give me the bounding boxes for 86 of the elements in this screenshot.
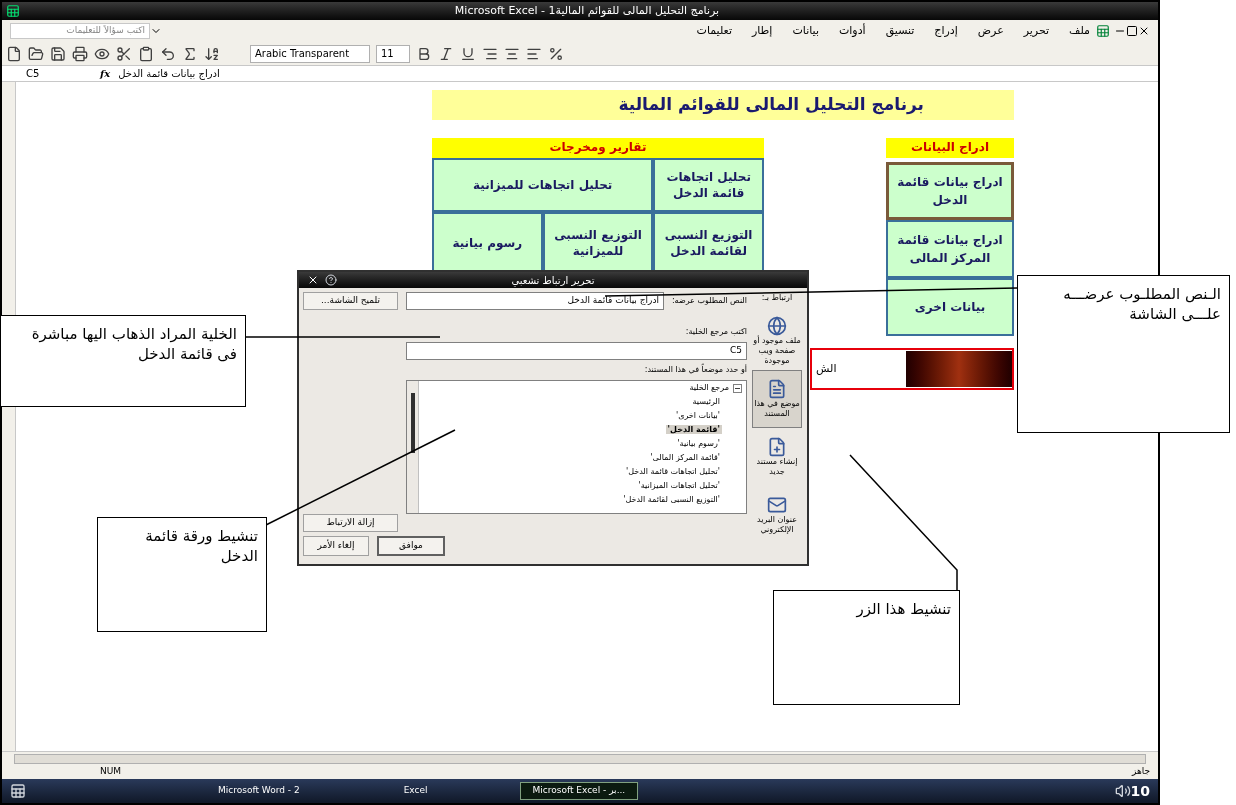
name-box[interactable]: C5: [2, 66, 92, 81]
vertical-scrollbar[interactable]: [407, 381, 419, 513]
status-text: NUM: [99, 765, 122, 779]
link-to-label: ارتباط بـ:: [761, 292, 793, 304]
sum-icon[interactable]: [182, 45, 198, 62]
link-type-button[interactable]: عنوان البريد الإلكتروني: [752, 486, 802, 544]
link-type-button[interactable]: موضع في هذا المستند: [752, 370, 802, 428]
bold-icon[interactable]: [416, 45, 432, 62]
menu-item[interactable]: أدوات: [836, 22, 868, 40]
remove-link-button[interactable]: إزالة الارتباط: [303, 514, 398, 532]
link-cell[interactable]: بيانات اخرى: [886, 278, 1014, 336]
tree-item[interactable]: 'التوزيع النسبى لقائمة الدخل': [621, 495, 722, 504]
menu-item[interactable]: إدراج: [932, 22, 960, 40]
field-label: اكتب مرجع الخلية:: [684, 326, 747, 338]
help-icon[interactable]: [325, 274, 337, 286]
menu-item[interactable]: ملف: [1067, 22, 1092, 40]
speaker-icon: [1114, 783, 1131, 799]
tree-item[interactable]: 'قائمة الدخل': [665, 425, 722, 434]
tree-item[interactable]: مرجع الخلية: [689, 381, 729, 395]
new-file-icon[interactable]: [6, 45, 22, 62]
percent-icon[interactable]: [548, 45, 564, 62]
function-button[interactable]: fx: [100, 66, 111, 81]
horizontal-scrollbar[interactable]: [14, 753, 1146, 764]
excel-icon: [6, 4, 20, 18]
taskbar-item[interactable]: Microsoft Word - 2: [206, 782, 312, 800]
cell-reference-input[interactable]: C5: [406, 342, 747, 360]
tree-item[interactable]: 'تحليل اتجاهات قائمة الدخل': [623, 467, 722, 476]
window-title: Microsoft Excel - برنامج التحليل المالى للقوائم المالية1: [453, 2, 721, 19]
tree-item[interactable]: 'رسوم بيانية': [675, 439, 722, 448]
dialog-title: تحرير ارتباط تشعبي: [511, 273, 595, 288]
callout-box: الـنص المطلـوب عرضـــه علـــى الشاشة: [1017, 275, 1230, 433]
cut-icon[interactable]: [116, 45, 132, 62]
field-label: أو حدد موضعاً في هذا المستند:: [643, 364, 747, 376]
menu-item[interactable]: إطار: [749, 22, 775, 40]
paste-icon[interactable]: [138, 45, 154, 62]
callout-box: تنشيط هذا الزر: [773, 590, 960, 705]
underline-icon[interactable]: [460, 45, 476, 62]
menu-item[interactable]: عرض: [975, 22, 1006, 40]
menu-item[interactable]: تحرير: [1021, 22, 1052, 40]
link-cell[interactable]: تحليل اتجاهات قائمة الدخل: [653, 158, 764, 212]
link-cell[interactable]: ادراج بيانات قائمة المركز المالى: [886, 220, 1014, 278]
link-type-button[interactable]: إنشاء مستند جديد: [752, 428, 802, 486]
formula-field[interactable]: ادراج بيانات قائمة الدخل: [118, 66, 220, 81]
document-icon: [1096, 24, 1110, 38]
new-document-icon: [767, 437, 787, 457]
font-size-dropdown[interactable]: 11: [376, 44, 410, 63]
link-type-button[interactable]: ملف موجود أو صفحة ويب موجودة: [752, 312, 802, 370]
undo-icon[interactable]: [160, 45, 176, 62]
taskbar-item[interactable]: Excel: [391, 782, 440, 800]
tree-item[interactable]: الرئيسية: [690, 397, 722, 406]
cancel-button[interactable]: إلغاء الأمر: [303, 536, 369, 556]
callout-box: تنشيط ورقة قائمة الدخل: [97, 517, 267, 632]
link-cell[interactable]: تحليل اتجاهات للميزانية: [432, 158, 654, 212]
collapse-toggle-icon[interactable]: [733, 383, 742, 393]
open-folder-icon[interactable]: [28, 45, 44, 62]
tree-item[interactable]: 'بيانات اخرى': [673, 411, 722, 420]
tree-item[interactable]: 'تحليل اتجاهات الميزانية': [636, 481, 722, 490]
banner: برنامج التحليل المالى للقوائم المالية: [432, 90, 1014, 120]
globe-icon: [767, 316, 787, 336]
screentip-button[interactable]: تلميح الشاشة...: [303, 292, 398, 310]
close-icon[interactable]: [307, 274, 319, 286]
link-cell[interactable]: ادراج بيانات قائمة الدخل: [886, 162, 1014, 220]
section-header: ادراج البيانات: [886, 138, 1014, 158]
field-label: النص المطلوب عرضه:: [671, 295, 747, 307]
tree-item[interactable]: 'قائمة المركز المالى': [648, 453, 722, 462]
taskbar-item[interactable]: Microsoft Excel - بر...: [519, 782, 639, 800]
mail-icon: [767, 495, 787, 515]
callout-box: الخلية المراد الذهاب اليها مباشرة فى قائمة الدخل: [0, 315, 246, 407]
ok-button[interactable]: موافق: [377, 536, 445, 556]
menu-item[interactable]: تعليمات: [694, 22, 734, 40]
section-header: تقارير ومخرجات: [432, 138, 764, 158]
font-dropdown[interactable]: Arabic Transparent: [250, 44, 370, 63]
cell-text: الش: [816, 360, 837, 377]
help-search-field[interactable]: اكتب سؤالاً للتعليمات: [10, 23, 150, 39]
menu-item[interactable]: تنسيق: [883, 22, 917, 40]
italic-icon[interactable]: [438, 45, 454, 62]
menu-item[interactable]: بيانات: [790, 22, 821, 40]
save-icon[interactable]: [50, 45, 66, 62]
status-text: جاهز: [1131, 765, 1150, 779]
sort-icon[interactable]: [204, 45, 220, 62]
restore-icon[interactable]: [1126, 25, 1138, 37]
document-icon: [767, 379, 787, 399]
clock: 10: [1130, 781, 1150, 801]
close-icon[interactable]: [1138, 25, 1150, 37]
text-input[interactable]: ادراج بيانات قائمة الدخل: [406, 292, 664, 310]
printer-icon[interactable]: [72, 45, 88, 62]
